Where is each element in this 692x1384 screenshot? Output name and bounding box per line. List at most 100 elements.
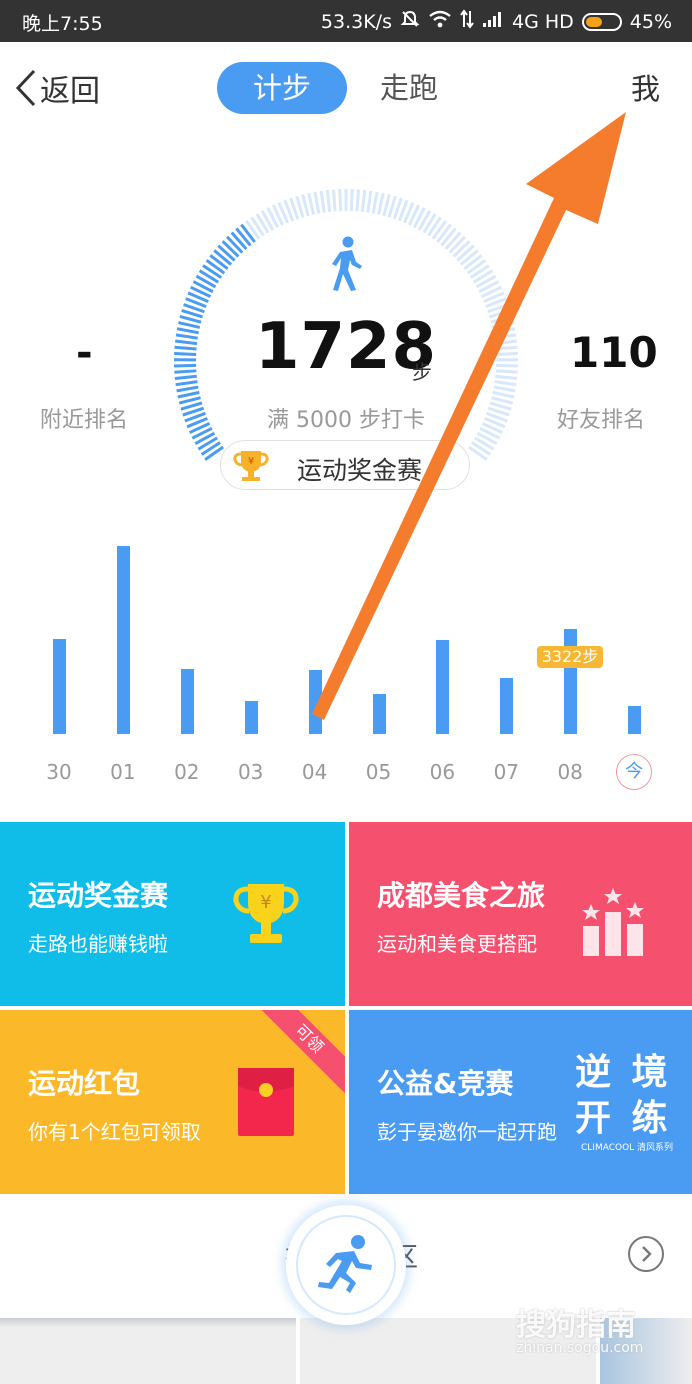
- chart-x-label: 01: [110, 760, 136, 784]
- daily-steps-chart: 30 01 02 03 04 05 06 07 08 3322步今: [0, 520, 692, 810]
- ring-tick: [448, 235, 467, 254]
- chart-bar[interactable]: [308, 669, 322, 734]
- back-button[interactable]: 返回: [14, 66, 100, 110]
- ring-tick: [177, 390, 200, 399]
- me-button[interactable]: 我: [631, 66, 660, 108]
- mute-icon: [400, 9, 420, 34]
- chart-bar[interactable]: [500, 678, 514, 734]
- chart-x-label: 05: [365, 760, 392, 784]
- nearby-rank-label: 附近排名: [40, 408, 129, 433]
- tile-food-tour[interactable]: 成都美食之旅 运动和美食更搭配: [349, 822, 692, 1006]
- slogan-brand: CLIMACOOL 清风系列: [581, 1143, 674, 1153]
- tile-subtitle: 运动和美食更搭配: [377, 932, 537, 956]
- data-transfer-icon: [460, 9, 474, 34]
- watermark-text: 搜狗指南: [516, 1308, 636, 1343]
- ring-tick: [313, 191, 321, 214]
- tab-step-count[interactable]: 计步: [217, 62, 347, 114]
- ring-tick: [213, 249, 233, 266]
- ring-tick: [444, 231, 462, 250]
- chart-x-label: 07: [493, 760, 520, 784]
- sports-prize-race-button[interactable]: ¥ 运动奖金赛: [220, 440, 470, 490]
- chart-bar[interactable]: [628, 705, 642, 734]
- tile-subtitle: 走路也能赚钱啦: [28, 932, 168, 956]
- chart-bar[interactable]: [436, 639, 450, 734]
- tile-subtitle: 你有1个红包可领取: [28, 1120, 201, 1144]
- ring-tick: [209, 254, 229, 271]
- status-right: 53.3K/s 4G HD 45%: [321, 9, 672, 34]
- campaign-slogan: 逆 境 开 练 CLIMACOOL 清风系列: [575, 1050, 673, 1154]
- chart-x-label: 02: [174, 760, 200, 784]
- chart-bar[interactable]: [564, 628, 578, 734]
- slogan-line-2: 开 练: [575, 1098, 672, 1139]
- tile-title: 公益&竞赛: [377, 1067, 514, 1100]
- status-time: 晚上7:55: [22, 13, 103, 35]
- ring-tick: [382, 194, 391, 217]
- chevron-right-icon: [642, 1246, 652, 1262]
- trophy-icon: ¥: [233, 449, 269, 487]
- ring-tick: [307, 192, 315, 215]
- chart-bar[interactable]: [180, 669, 194, 734]
- ring-tick: [325, 189, 332, 213]
- top-nav: 返回 计步 走跑 我: [0, 42, 692, 132]
- ring-tick: [492, 390, 515, 399]
- tile-charity-race[interactable]: 公益&竞赛 彭于晏邀你一起开跑 逆 境 开 练 CLIMACOOL 清风系列: [349, 1010, 692, 1194]
- ring-tick: [349, 189, 354, 212]
- ring-tick: [377, 192, 385, 215]
- tile-title: 运动奖金赛: [28, 879, 169, 912]
- chart-bar[interactable]: [244, 700, 258, 734]
- ring-tick: [459, 249, 479, 266]
- tile-title: 运动红包: [28, 1067, 141, 1100]
- chart-bar[interactable]: [116, 545, 130, 734]
- chart-bar[interactable]: [372, 694, 386, 734]
- ring-tick: [225, 235, 244, 254]
- app-screen: 晚上7:55 53.3K/s 4G HD 45% 返回 计步 走跑 我 1728…: [0, 0, 692, 1384]
- friend-rank-label[interactable]: 好友排名: [557, 402, 645, 434]
- battery-percent: 45%: [629, 10, 672, 33]
- ring-tick: [230, 231, 248, 250]
- ring-tick: [463, 254, 483, 271]
- ring-tick: [240, 223, 256, 243]
- ring-tick: [360, 189, 367, 213]
- ring-tick: [366, 190, 373, 213]
- podium-stars-icon: [582, 888, 644, 956]
- chart-x-label: 03: [237, 760, 264, 784]
- chart-x-label: 08: [557, 760, 583, 784]
- nearby-rank-value: -: [76, 330, 93, 376]
- ring-tick: [436, 223, 452, 243]
- red-envelope-icon: [238, 1068, 294, 1136]
- chart-data-label: 3322步: [536, 646, 604, 668]
- chevron-left-icon: [15, 69, 36, 107]
- ring-tick: [456, 244, 475, 262]
- step-unit: 步: [412, 360, 432, 384]
- feed-thumbnail-1[interactable]: [0, 1318, 296, 1384]
- watermark-url: zhinan.sogou.com: [516, 1340, 644, 1356]
- tab-walk-run[interactable]: 走跑: [380, 62, 438, 114]
- chart-bar[interactable]: [53, 639, 66, 734]
- tile-prize-race[interactable]: 运动奖金赛 走路也能赚钱啦 ¥: [0, 822, 345, 1006]
- ring-tick: [235, 227, 252, 247]
- signal-icon: [482, 10, 504, 33]
- more-button[interactable]: [628, 1236, 664, 1272]
- chart-x-label-today[interactable]: 今: [616, 754, 653, 790]
- chart-x-label: 30: [46, 760, 72, 784]
- ring-tick: [319, 190, 326, 213]
- start-run-button[interactable]: [286, 1205, 406, 1325]
- ring-tick: [332, 189, 337, 212]
- ring-tick: [301, 194, 310, 217]
- trophy-icon: ¥: [233, 884, 299, 943]
- battery-icon: [581, 12, 622, 31]
- tile-red-packet[interactable]: 运动红包 你有1个红包可领取 可领: [0, 1010, 345, 1194]
- running-person-icon: [318, 1235, 372, 1293]
- ring-tick: [217, 244, 236, 262]
- race-button-label: 运动奖金赛: [297, 456, 423, 485]
- network-type: 4G HD: [511, 10, 574, 33]
- walking-person-icon: [326, 236, 366, 296]
- ring-tick: [338, 189, 343, 212]
- back-label: 返回: [40, 74, 100, 109]
- ring-tick: [371, 191, 379, 214]
- friend-rank-value[interactable]: 110: [570, 328, 658, 377]
- chart-x-label: 06: [429, 760, 456, 784]
- svg-text:¥: ¥: [260, 892, 271, 913]
- ring-tick: [221, 240, 240, 258]
- chart-x-label: 04: [301, 760, 328, 784]
